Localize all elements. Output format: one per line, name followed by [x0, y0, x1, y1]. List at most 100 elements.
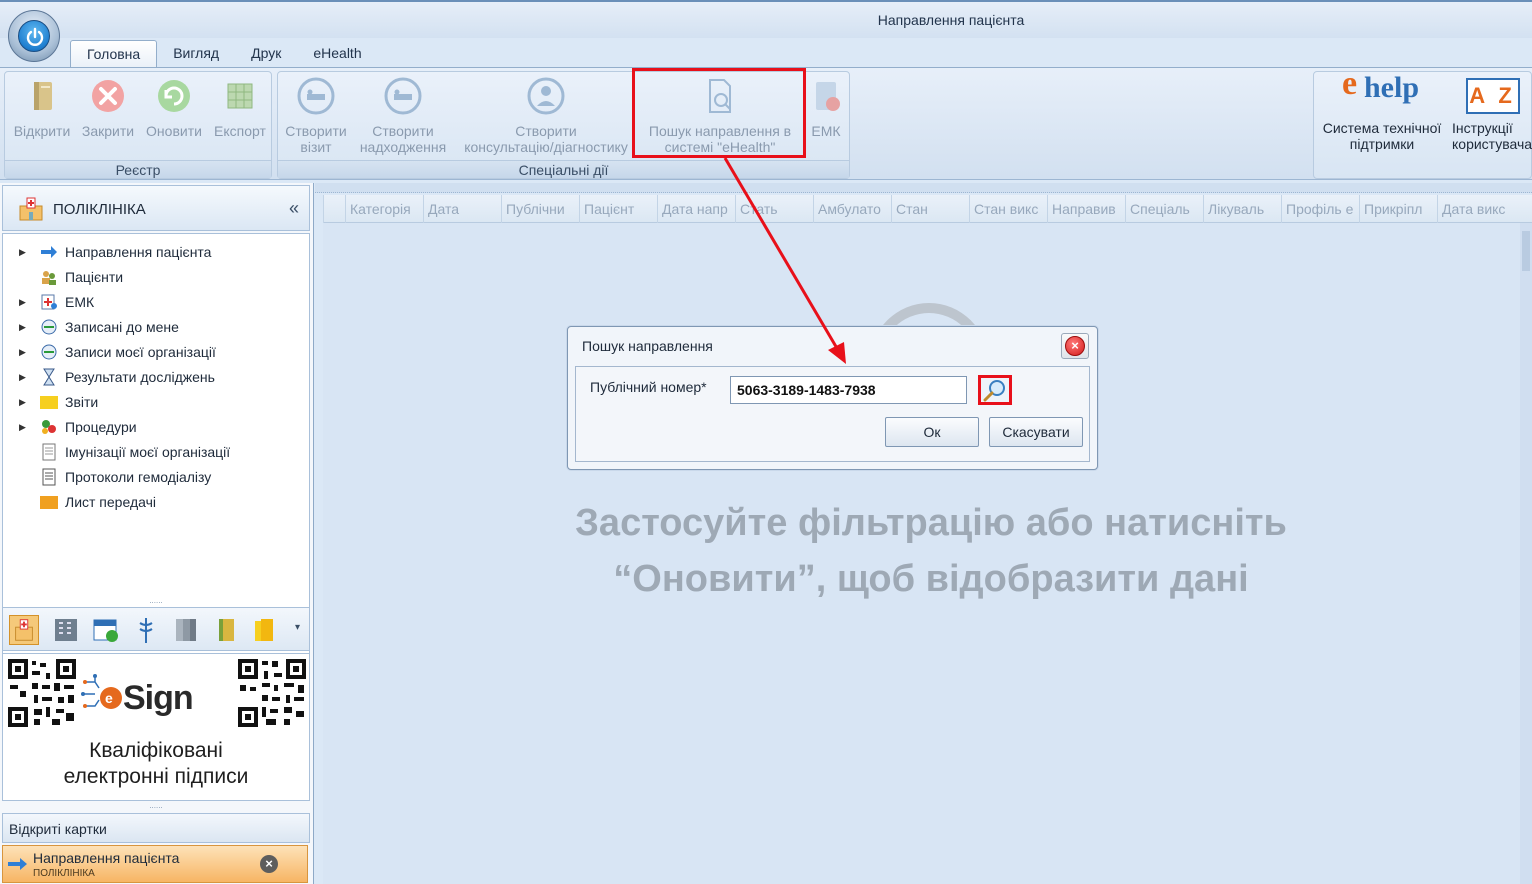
- esign-banner[interactable]: e Sign Кваліфіковані електронні підписи: [2, 653, 310, 801]
- column-header[interactable]: Дата викс: [1437, 195, 1510, 223]
- expand-arrow-icon[interactable]: ▶: [19, 347, 31, 358]
- archive-module-icon[interactable]: [171, 615, 201, 645]
- org-appointments-icon: [41, 344, 57, 360]
- tab-view[interactable]: Вигляд: [157, 40, 235, 68]
- open-button[interactable]: Відкрити: [9, 76, 75, 139]
- open-card-subtitle: ПОЛІКЛІНІКА: [33, 868, 95, 879]
- nav-item-referrals[interactable]: ▶ Направлення пацієнта: [3, 241, 211, 263]
- column-header[interactable]: Спеціаль: [1125, 195, 1203, 223]
- bed-icon: [384, 77, 422, 115]
- public-number-input[interactable]: [730, 376, 967, 404]
- expand-arrow-icon[interactable]: ▶: [19, 322, 31, 333]
- clinic-module-icon[interactable]: [9, 615, 39, 645]
- close-card-icon[interactable]: ×: [260, 855, 278, 873]
- group-caption-special: Спеціальні дії: [278, 160, 849, 178]
- clipboard-icon: [816, 82, 840, 111]
- expand-arrow-icon[interactable]: ▶: [19, 372, 31, 383]
- nav-item-hemodialysis[interactable]: Протоколи гемодіалізу: [3, 466, 211, 488]
- arrow-right-icon: [41, 246, 57, 258]
- document-icon: [42, 443, 56, 461]
- nav-header: ПОЛІКЛІНІКА «: [2, 185, 310, 231]
- scrollbar-thumb[interactable]: [1522, 231, 1530, 271]
- empty-state-message: Застосуйте фільтрацію або натисніть “Оно…: [575, 502, 1287, 600]
- collapse-panel-button[interactable]: «: [289, 198, 299, 219]
- grid-row-indicator: [323, 195, 345, 223]
- expand-arrow-icon[interactable]: ▶: [19, 422, 31, 433]
- dialog-close-button[interactable]: ×: [1061, 333, 1089, 359]
- column-header[interactable]: Прикріпл: [1359, 195, 1437, 223]
- hourglass-icon: [43, 368, 55, 386]
- patients-icon: [42, 271, 56, 285]
- nav-item-research-results[interactable]: ▶ Результати досліджень: [3, 366, 215, 388]
- column-header[interactable]: Амбулато: [813, 195, 891, 223]
- splitter[interactable]: ......: [2, 802, 310, 811]
- create-visit-button[interactable]: Створити візит: [280, 76, 352, 155]
- folder-module-icon[interactable]: [251, 615, 281, 645]
- column-header[interactable]: Дата напр: [657, 195, 735, 223]
- open-cards-header: Відкриті картки: [2, 813, 310, 843]
- refresh-icon: [158, 80, 190, 112]
- building-module-icon[interactable]: [51, 615, 81, 645]
- nav-item-org-appointments[interactable]: ▶ Записи моєї організації: [3, 341, 216, 363]
- module-icon-strip: ▾: [2, 607, 310, 651]
- create-consultation-button[interactable]: Створити консультацію/діагностику: [456, 76, 636, 155]
- refresh-button[interactable]: Оновити: [141, 76, 207, 139]
- column-header[interactable]: Стан викс: [969, 195, 1047, 223]
- close-button[interactable]: Закрити: [77, 76, 139, 139]
- nav-item-immunizations[interactable]: Імунізації моєї організації: [3, 441, 230, 463]
- column-header[interactable]: Стать: [735, 195, 813, 223]
- book-module-icon[interactable]: [211, 615, 241, 645]
- manuals-button[interactable]: A Z Інструкції користувача: [1450, 76, 1532, 152]
- navigation-panel: ПОЛІКЛІНІКА « ▶ Направлення пацієнта Пац…: [0, 183, 314, 884]
- esign-tagline: Кваліфіковані електронні підписи: [63, 739, 249, 788]
- nav-item-emk[interactable]: ▶ ЕМК: [3, 291, 94, 313]
- export-button[interactable]: Експорт: [209, 76, 271, 139]
- expand-arrow-icon[interactable]: ▶: [19, 397, 31, 408]
- qr-code-right: [236, 657, 308, 729]
- app-menu-button[interactable]: [8, 10, 60, 62]
- search-button[interactable]: [978, 375, 1012, 405]
- column-header[interactable]: Лікуваль: [1203, 195, 1281, 223]
- search-referral-dialog: Пошук направлення × Публічний номер* Ок …: [567, 326, 1098, 470]
- bed-icon: [297, 77, 335, 115]
- create-admission-button[interactable]: Створити надходження: [356, 76, 450, 155]
- appointments-icon: [41, 319, 57, 335]
- open-card-title: Направлення пацієнта: [33, 850, 180, 866]
- emk-icon: [41, 294, 57, 310]
- nav-item-reports[interactable]: ▶ Звіти: [3, 391, 98, 413]
- column-header[interactable]: Категорія: [345, 195, 423, 223]
- calendar-module-icon[interactable]: [91, 615, 121, 645]
- column-header[interactable]: Дата: [423, 195, 501, 223]
- cancel-button[interactable]: Скасувати: [989, 417, 1083, 447]
- chevron-down-icon[interactable]: ▾: [295, 622, 300, 633]
- window-title: Направлення пацієнта: [877, 12, 1025, 28]
- nav-item-patients[interactable]: Пацієнти: [3, 266, 123, 288]
- nav-item-my-appointments[interactable]: ▶ Записані до мене: [3, 316, 179, 338]
- column-header[interactable]: Профіль е: [1281, 195, 1359, 223]
- open-card-item[interactable]: Направлення пацієнта ПОЛІКЛІНІКА ×: [2, 845, 308, 883]
- ribbon-tabs: Головна Вигляд Друк eHealth: [70, 40, 378, 68]
- close-icon: ×: [1065, 336, 1085, 356]
- support-button[interactable]: e help Система технічної підтримки: [1316, 67, 1448, 153]
- column-header[interactable]: Публічни: [501, 195, 579, 223]
- folder-orange-icon: [40, 496, 58, 509]
- column-header[interactable]: Пацієнт: [579, 195, 657, 223]
- caduceus-module-icon[interactable]: [131, 615, 161, 645]
- doctor-icon: [527, 77, 565, 115]
- column-header[interactable]: Стан: [891, 195, 969, 223]
- emk-button[interactable]: ЕМК: [806, 76, 846, 139]
- public-number-label: Публічний номер*: [590, 379, 707, 395]
- tab-ehealth[interactable]: eHealth: [297, 40, 377, 68]
- expand-arrow-icon[interactable]: ▶: [19, 297, 31, 308]
- splitter[interactable]: ......: [2, 597, 310, 606]
- tab-print[interactable]: Друк: [235, 40, 297, 68]
- column-header[interactable]: Направив: [1047, 195, 1125, 223]
- nav-item-procedures[interactable]: ▶ Процедури: [3, 416, 137, 438]
- nav-item-transfer-sheet[interactable]: Лист передачі: [3, 491, 156, 513]
- tab-main[interactable]: Головна: [70, 40, 158, 68]
- highlight-box: [632, 68, 806, 158]
- ok-button[interactable]: Ок: [885, 417, 979, 447]
- filter-strip: [315, 183, 1532, 193]
- expand-arrow-icon[interactable]: ▶: [19, 247, 31, 258]
- main-grid-area: Категорія Дата Публічни Пацієнт Дата нап…: [315, 183, 1532, 884]
